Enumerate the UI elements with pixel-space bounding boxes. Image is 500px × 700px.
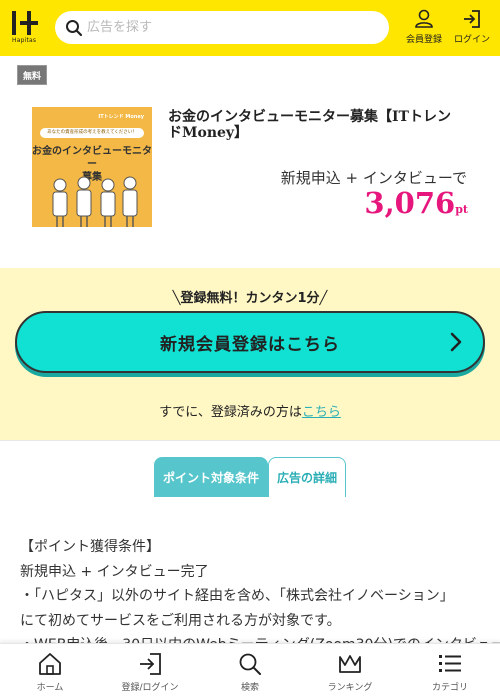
product-thumbnail[interactable]: ITトレンド Money あなたの資産形成の考えを教えてください！ お金のインタ…: [32, 107, 152, 227]
points-value: 3,076: [364, 186, 456, 220]
already-registered-text: すでに、登録済みの方は: [159, 405, 302, 420]
points-amount: 3,076pt: [364, 186, 468, 220]
bottom-nav: ホーム 登録/ログイン 検索 ランキング カテゴリ: [0, 643, 500, 700]
tab-point-conditions[interactable]: ポイント対象条件: [154, 457, 268, 497]
point-condition: 新規申込 + インタビューで: [280, 169, 467, 187]
member-register-label: 会員登録: [405, 35, 442, 45]
nav-ranking[interactable]: ランキング: [310, 652, 390, 693]
login-button[interactable]: ログイン: [450, 9, 494, 49]
nav-register-login-label: 登録/ログイン: [121, 683, 179, 693]
nav-home[interactable]: ホーム: [10, 652, 90, 693]
page: Hapitas 会員登録 ログイン 無料: [0, 0, 500, 700]
people-illustration: [52, 176, 138, 227]
logo-text: Hapitas: [12, 37, 37, 44]
search-icon: [239, 653, 261, 675]
thumbnail-subtitle: あなたの資産形成の考えを教えてください！: [40, 128, 144, 138]
chevron-right-icon: [450, 332, 462, 352]
conditions-line: にて初めてサービスをご利用される方が対象です。: [20, 612, 341, 629]
search-input[interactable]: [87, 11, 377, 44]
nav-ranking-label: ランキング: [327, 683, 373, 693]
thumbnail-title-line1: お金のインタビューモニター: [32, 146, 152, 170]
nav-register-login[interactable]: 登録/ログイン: [110, 652, 190, 693]
list-icon: [439, 655, 461, 672]
already-registered: すでに、登録済みの方はこちら: [0, 401, 500, 420]
crown-icon: [339, 655, 361, 673]
login-icon: [140, 653, 161, 675]
nav-category[interactable]: カテゴリ: [410, 652, 490, 693]
thumbnail-logo: ITトレンド Money: [98, 114, 144, 120]
nav-category-label: カテゴリ: [431, 683, 468, 693]
conditions-text: 【ポイント獲得条件】 新規申込 + インタビュー完了 ・「ハピタス」以外のサイト…: [20, 535, 500, 658]
conditions-line: 【ポイント獲得条件】: [20, 539, 160, 555]
already-registered-link[interactable]: こちら: [302, 405, 341, 420]
nav-search-label: 検索: [240, 683, 259, 693]
points-unit: pt: [455, 203, 468, 216]
search-bar[interactable]: [55, 11, 389, 44]
login-icon: [464, 10, 480, 28]
nav-search[interactable]: 検索: [210, 652, 290, 693]
header: Hapitas 会員登録 ログイン: [0, 0, 500, 56]
conditions-line: 新規申込 + インタビュー完了: [20, 563, 209, 580]
tab-ad-details[interactable]: 広告の詳細: [268, 457, 346, 497]
register-button-label: 新規会員登録はこちら: [160, 334, 340, 355]
search-icon: [66, 20, 83, 37]
free-badge: 無料: [17, 65, 47, 85]
hapitas-logo[interactable]: Hapitas: [10, 8, 44, 44]
register-tagline: ╲登録無料！カンタン1分╱: [172, 291, 328, 306]
member-register-button[interactable]: 会員登録: [402, 9, 446, 49]
divider: [0, 440, 500, 441]
nav-home-label: ホーム: [36, 683, 64, 693]
conditions-line: ・「ハピタス」以外のサイト経由を含め、「株式会社イノベーション」: [20, 588, 454, 604]
login-label: ログイン: [453, 35, 490, 45]
user-icon: [415, 9, 433, 28]
home-icon: [39, 653, 61, 675]
product-title[interactable]: お金のインタビューモニター募集【ITトレンドMoney】: [168, 109, 464, 141]
register-button[interactable]: 新規会員登録はこちら: [15, 311, 485, 373]
